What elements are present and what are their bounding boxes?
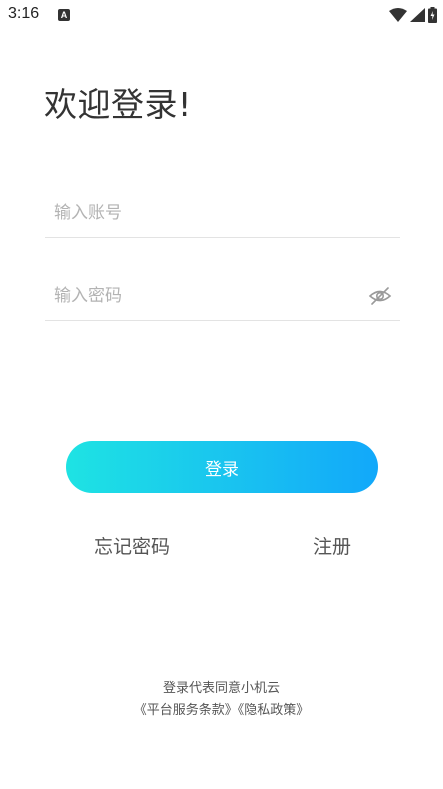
wifi-icon [389,8,407,22]
battery-charging-icon [428,7,437,23]
password-input[interactable] [45,276,354,316]
account-input[interactable] [45,193,354,233]
page-title: 欢迎登录! [44,85,192,124]
account-field [45,193,400,238]
a-letter-icon: A [58,9,70,21]
status-time: 3:16 [8,5,40,22]
agreement-prefix: 登录代表同意小机云 [162,681,280,696]
terms-link[interactable]: 《平台服务条款》 [134,703,238,718]
login-button[interactable]: 登录 [66,441,378,493]
forgot-password-link[interactable]: 忘记密码 [94,532,170,559]
register-link[interactable]: 注册 [313,532,351,559]
privacy-link[interactable]: 《隐私政策》 [238,703,310,718]
status-bar: 3:16 A [0,0,443,30]
eye-hidden-icon[interactable] [368,284,392,308]
signal-icon [410,8,425,22]
agreement-links: 《平台服务条款》《隐私政策》 [0,699,443,718]
password-field [45,276,400,321]
status-icons [389,6,437,24]
